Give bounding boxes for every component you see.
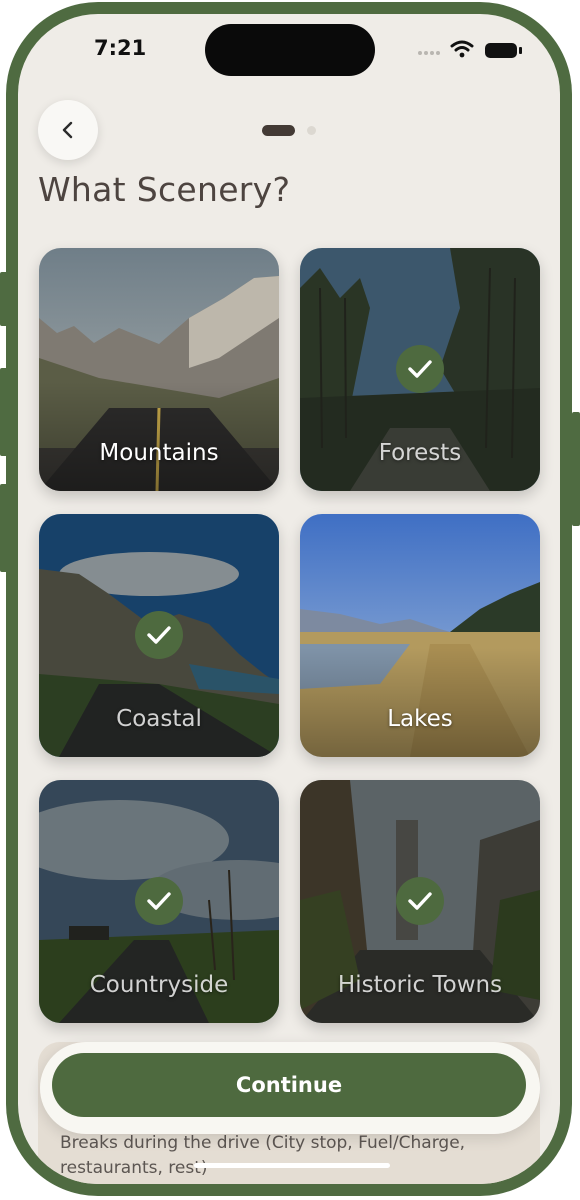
chevron-left-icon bbox=[62, 121, 73, 139]
selected-check-icon bbox=[396, 877, 444, 925]
selected-check-icon bbox=[135, 611, 183, 659]
selected-check-icon bbox=[135, 877, 183, 925]
scenery-card-forests[interactable]: Forests bbox=[300, 248, 540, 491]
side-button bbox=[0, 484, 8, 572]
side-button bbox=[572, 412, 580, 526]
continue-button[interactable]: Continue bbox=[52, 1053, 526, 1117]
back-button[interactable] bbox=[38, 100, 98, 160]
scenery-label: Historic Towns bbox=[337, 972, 503, 998]
scenery-label: Lakes bbox=[387, 706, 453, 732]
page-dot-active bbox=[262, 125, 295, 136]
side-button bbox=[0, 368, 8, 456]
scenery-card-countryside[interactable]: Countryside bbox=[39, 780, 279, 1023]
wifi-icon bbox=[450, 40, 474, 58]
scenery-label: Forests bbox=[378, 440, 462, 466]
scenery-card-historic-towns[interactable]: Historic Towns bbox=[300, 780, 540, 1023]
selected-check-icon bbox=[396, 345, 444, 393]
home-indicator[interactable] bbox=[194, 1163, 390, 1168]
status-time: 7:21 bbox=[94, 36, 147, 60]
status-icons bbox=[418, 40, 522, 58]
dynamic-island bbox=[205, 24, 375, 76]
scenery-label: Mountains bbox=[99, 440, 219, 466]
scenery-label: Coastal bbox=[116, 706, 202, 732]
page-dot bbox=[307, 126, 316, 135]
battery-icon bbox=[485, 43, 522, 58]
side-button bbox=[0, 272, 8, 326]
screen: 7:21 What Scenery? Mountains Forests Coa… bbox=[18, 14, 560, 1184]
signal-icon bbox=[418, 51, 440, 55]
footer-partial-text: Breaks during the drive (City stop, Fuel… bbox=[60, 1133, 466, 1178]
scenery-card-mountains[interactable]: Mountains bbox=[39, 248, 279, 491]
scenery-card-coastal[interactable]: Coastal bbox=[39, 514, 279, 757]
scenery-card-lakes[interactable]: Lakes bbox=[300, 514, 540, 757]
scenery-label: Countryside bbox=[89, 972, 229, 998]
page-title: What Scenery? bbox=[38, 170, 291, 209]
